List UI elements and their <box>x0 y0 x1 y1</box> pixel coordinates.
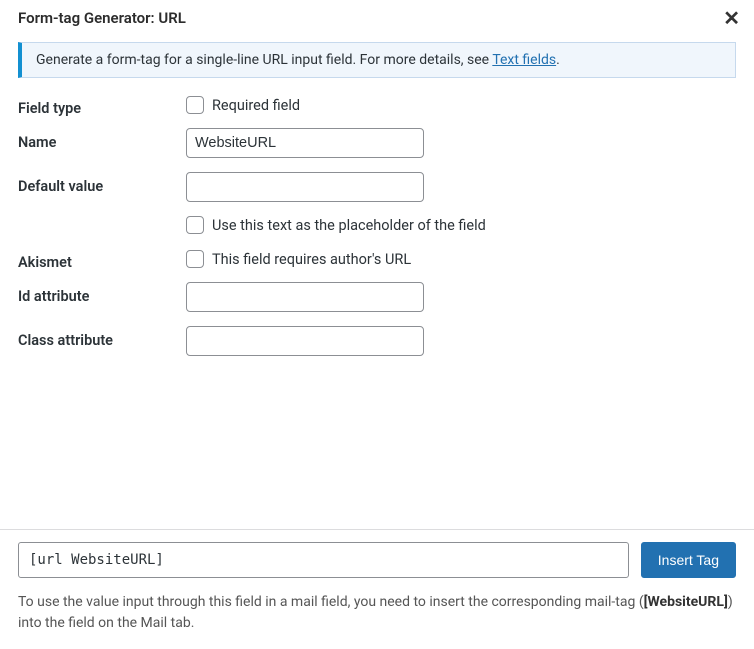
dialog-header: Form-tag Generator: URL ✕ <box>0 0 754 30</box>
akismet-checkbox-label: This field requires author's URL <box>212 251 411 268</box>
name-input[interactable] <box>186 128 424 158</box>
footer-note-tag: [WebsiteURL] <box>644 594 728 610</box>
required-field-row[interactable]: Required field <box>186 94 736 114</box>
info-box: Generate a form-tag for a single-line UR… <box>18 42 736 78</box>
akismet-row[interactable]: This field requires author's URL <box>186 248 736 268</box>
dialog-body: Generate a form-tag for a single-line UR… <box>0 30 754 529</box>
default-value-input[interactable] <box>186 172 424 202</box>
footer-note: To use the value input through this fiel… <box>18 592 736 635</box>
akismet-checkbox[interactable] <box>186 250 204 268</box>
placeholder-row[interactable]: Use this text as the placeholder of the … <box>186 214 736 234</box>
info-text: Generate a form-tag for a single-line UR… <box>36 52 492 68</box>
footer-note-prefix: To use the value input through this fiel… <box>18 594 644 610</box>
close-icon[interactable]: ✕ <box>719 6 744 30</box>
field-type-label: Field type <box>18 94 186 127</box>
insert-tag-button[interactable]: Insert Tag <box>641 542 736 578</box>
generated-tag-output[interactable] <box>18 542 629 578</box>
dialog-title: Form-tag Generator: URL <box>18 9 719 27</box>
info-suffix: . <box>556 52 560 68</box>
required-checkbox-label: Required field <box>212 97 300 114</box>
info-link[interactable]: Text fields <box>492 52 556 68</box>
id-attribute-label: Id attribute <box>18 282 186 315</box>
placeholder-checkbox-label: Use this text as the placeholder of the … <box>212 217 486 234</box>
required-checkbox[interactable] <box>186 96 204 114</box>
default-value-label: Default value <box>18 172 186 205</box>
class-attribute-label: Class attribute <box>18 326 186 359</box>
placeholder-checkbox[interactable] <box>186 216 204 234</box>
class-attribute-input[interactable] <box>186 326 424 356</box>
form-tag-generator-dialog: Form-tag Generator: URL ✕ Generate a for… <box>0 0 754 649</box>
dialog-footer: Insert Tag To use the value input throug… <box>0 529 754 649</box>
form-grid: Field type Required field Name Default v… <box>18 94 736 370</box>
name-label: Name <box>18 128 186 161</box>
id-attribute-input[interactable] <box>186 282 424 312</box>
akismet-label: Akismet <box>18 248 186 281</box>
